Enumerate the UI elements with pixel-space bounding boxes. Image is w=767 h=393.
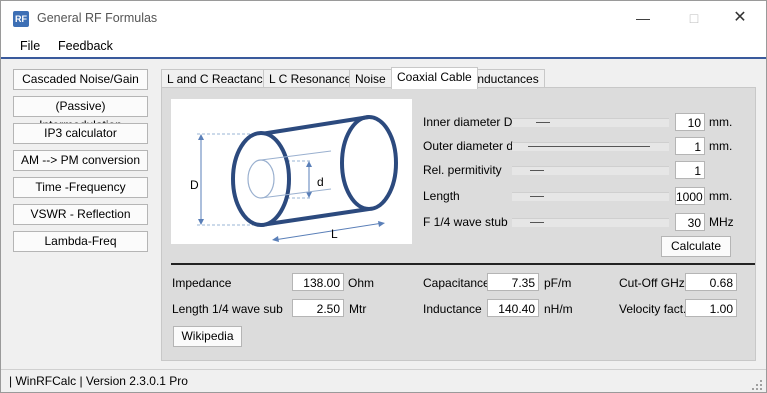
velocity-label: Velocity fact. <box>619 302 687 316</box>
lambda-freq-button[interactable]: Lambda-Freq <box>13 231 148 252</box>
permittivity-slider[interactable] <box>512 166 669 175</box>
impedance-value[interactable]: 138.00 <box>292 273 344 291</box>
stub-freq-unit: MHz <box>709 215 734 229</box>
ip3-calculator-button[interactable]: IP3 calculator <box>13 123 148 144</box>
impedance-unit: Ohm <box>348 276 375 290</box>
cutoff-label: Cut-Off GHz <box>619 276 685 290</box>
status-text: | WinRFCalc | Version 2.3.0.1 Pro <box>9 374 188 388</box>
inner-diameter-field[interactable]: 10 <box>675 113 705 131</box>
minimize-button[interactable]: — <box>621 6 665 30</box>
cascaded-noise-gain-button[interactable]: Cascaded Noise/Gain <box>13 69 148 90</box>
outer-diameter-field[interactable]: 1 <box>675 137 705 155</box>
maximize-button[interactable]: □ <box>672 6 716 30</box>
calculate-button[interactable]: Calculate <box>661 236 731 257</box>
label-D: D <box>190 178 199 192</box>
capacitance-value[interactable]: 7.35 <box>487 273 539 291</box>
inner-diameter-unit: mm. <box>709 115 733 129</box>
menu-bar: File Feedback <box>1 35 766 59</box>
vswr-reflection-button[interactable]: VSWR - Reflection <box>13 204 148 225</box>
tab-noise[interactable]: Noise <box>349 69 392 88</box>
capacitance-unit: pF/m <box>544 276 572 290</box>
length-slider[interactable] <box>512 192 669 201</box>
time-frequency-button[interactable]: Time -Frequency <box>13 177 148 198</box>
slider-thumb[interactable] <box>528 146 650 147</box>
tab-lc-reactance[interactable]: L and C Reactance <box>161 69 276 88</box>
inductance-value[interactable]: 140.40 <box>487 299 539 317</box>
resize-grip-icon[interactable] <box>752 380 762 390</box>
velocity-value[interactable]: 1.00 <box>685 299 737 317</box>
impedance-label: Impedance <box>172 276 232 290</box>
slider-thumb[interactable] <box>536 122 550 123</box>
label-L: L <box>331 227 338 241</box>
length-label: Length <box>423 189 460 203</box>
slider-thumb[interactable] <box>530 222 544 223</box>
slider-thumb[interactable] <box>530 170 544 171</box>
permittivity-field[interactable]: 1 <box>675 161 705 179</box>
menu-feedback[interactable]: Feedback <box>58 39 113 53</box>
outer-diameter-label: Outer diameter d <box>423 139 514 153</box>
coax-diagram: D d L <box>171 99 412 244</box>
inductance-unit: nH/m <box>544 302 573 316</box>
capacitance-label: Capacitance <box>423 276 490 290</box>
length-field[interactable]: 1000 <box>675 187 705 205</box>
wikipedia-button[interactable]: Wikipedia <box>173 326 242 347</box>
length-quarter-label: Length 1/4 wave sub <box>172 302 283 316</box>
window-title: General RF Formulas <box>37 11 158 25</box>
inner-diameter-label: Inner diameter D <box>423 115 513 129</box>
status-bar: | WinRFCalc | Version 2.3.0.1 Pro <box>1 369 766 392</box>
length-unit: mm. <box>709 189 733 203</box>
length-quarter-value[interactable]: 2.50 <box>292 299 344 317</box>
tab-coaxial-cable[interactable]: Coaxial Cable <box>391 67 478 89</box>
stub-freq-label: F 1/4 wave stub <box>423 215 508 229</box>
tab-lc-resonance[interactable]: L C Resonance <box>263 69 358 88</box>
stub-freq-slider[interactable] <box>512 218 669 227</box>
coax-cable-illustration <box>197 115 398 242</box>
app-window: RF General RF Formulas — □ ✕ File Feedba… <box>0 0 767 393</box>
close-button[interactable]: ✕ <box>718 6 762 30</box>
outer-diameter-unit: mm. <box>709 139 733 153</box>
passive-intermodulation-button[interactable]: (Passive) Intermodulation <box>13 96 148 132</box>
label-d: d <box>317 175 324 189</box>
tab-inductances[interactable]: Inductances <box>468 69 545 88</box>
am-pm-conversion-button[interactable]: AM --> PM conversion <box>13 150 148 171</box>
title-bar: RF General RF Formulas — □ ✕ <box>1 1 766 35</box>
stub-freq-field[interactable]: 30 <box>675 213 705 231</box>
slider-thumb[interactable] <box>530 196 544 197</box>
length-quarter-unit: Mtr <box>349 302 367 316</box>
outer-diameter-slider[interactable] <box>512 142 669 151</box>
permittivity-label: Rel. permitivity <box>423 163 502 177</box>
app-icon: RF <box>13 11 29 27</box>
section-divider <box>171 263 755 265</box>
menu-file[interactable]: File <box>20 39 40 53</box>
inner-diameter-slider[interactable] <box>512 118 669 127</box>
inductance-label: Inductance <box>423 302 482 316</box>
cutoff-value[interactable]: 0.68 <box>685 273 737 291</box>
